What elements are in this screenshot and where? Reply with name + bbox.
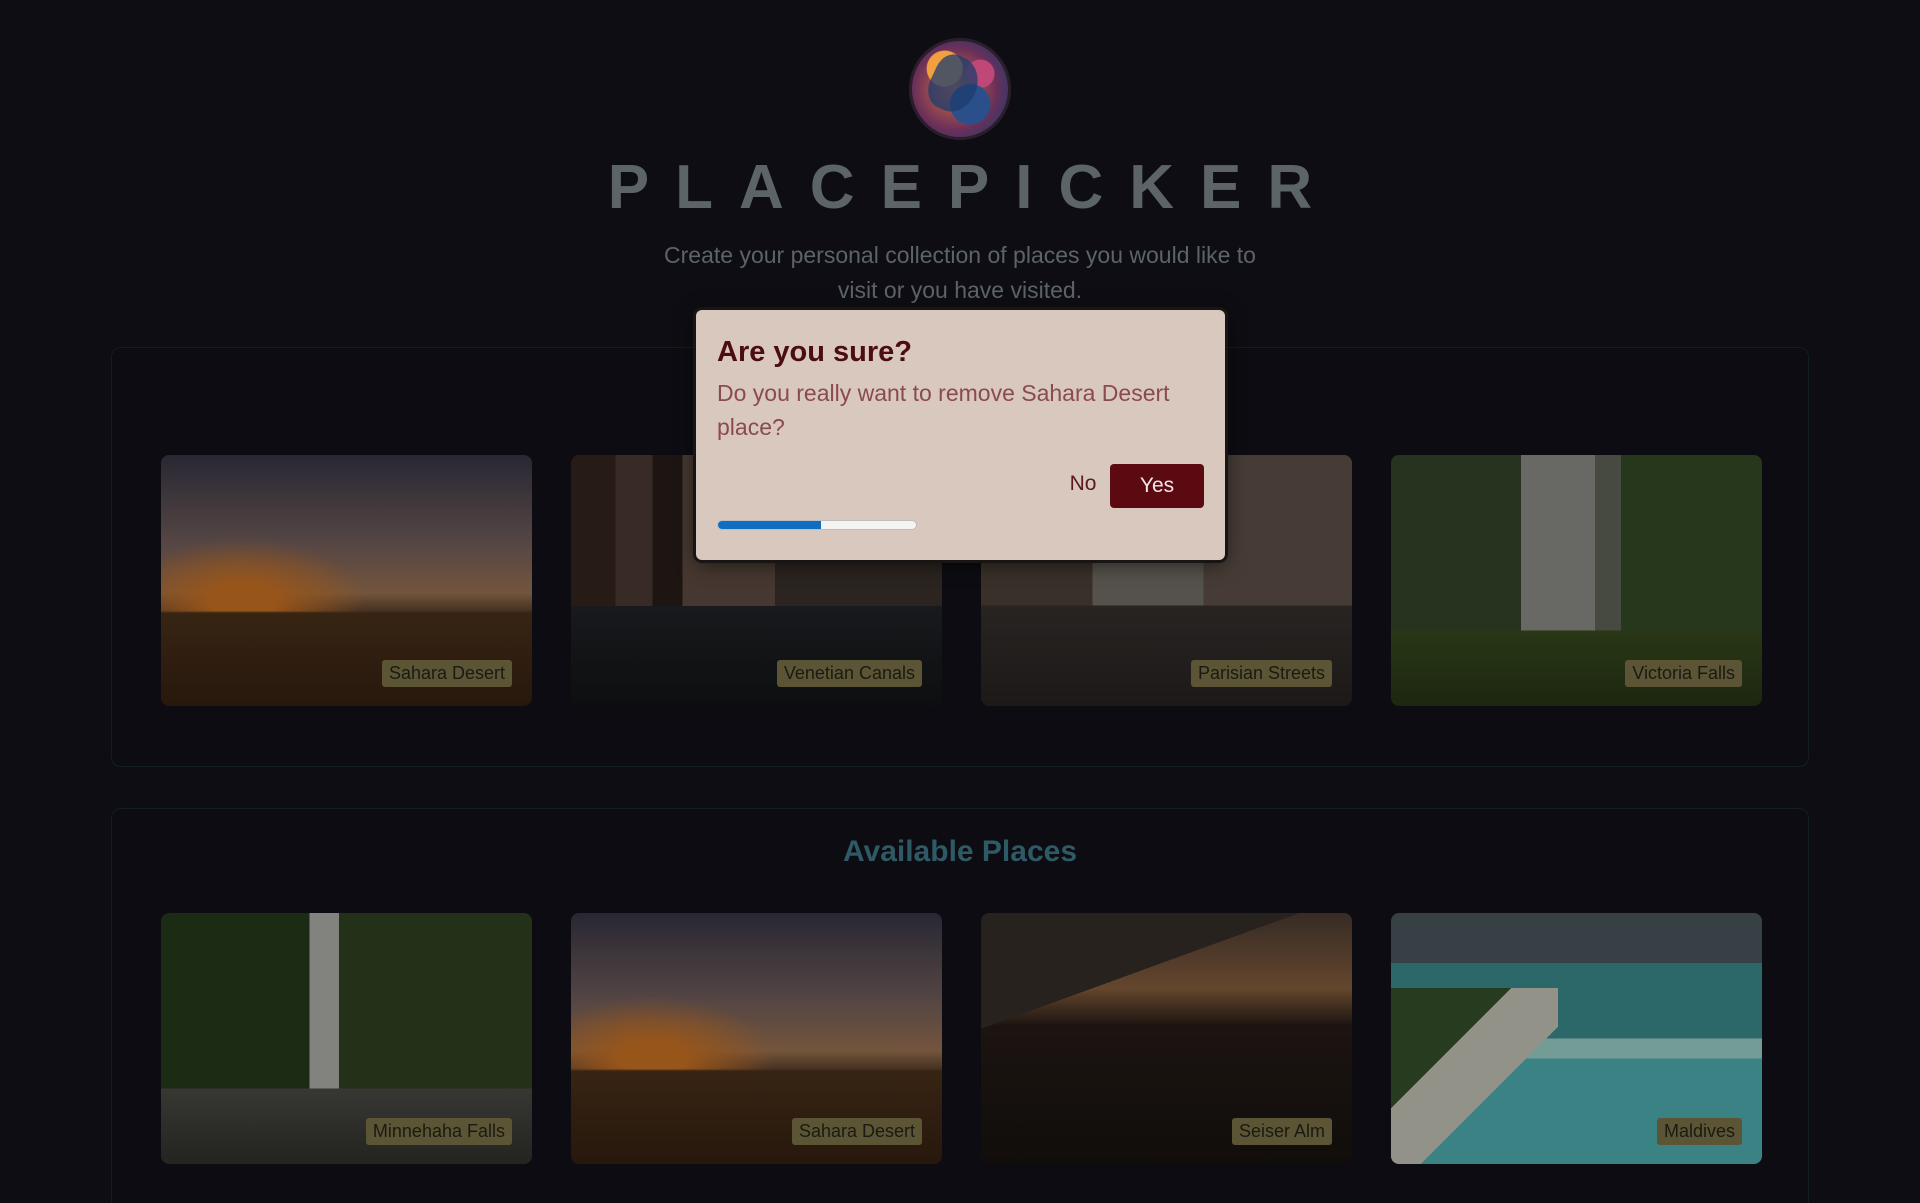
app-title: PLACEPICKER — [607, 153, 1339, 222]
place-card-maldives[interactable]: Maldives — [1391, 913, 1762, 1164]
place-label: Maldives — [1656, 1118, 1742, 1145]
app-subtitle: Create your personal collection of place… — [664, 242, 1256, 303]
auto-confirm-progress-bar — [717, 520, 917, 530]
place-label: Seiser Alm — [1231, 1118, 1332, 1145]
no-button[interactable]: No — [1048, 462, 1118, 506]
place-card-sahara-desert[interactable]: Sahara Desert — [161, 455, 532, 706]
yes-button[interactable]: Yes — [1110, 464, 1204, 508]
progress-fill — [718, 521, 821, 529]
place-label: Venetian Canals — [776, 660, 922, 687]
place-label: Parisian Streets — [1190, 660, 1332, 687]
dialog-title: Are you sure? — [717, 336, 912, 368]
globe-logo-icon — [909, 38, 1011, 140]
place-label: Victoria Falls — [1625, 660, 1742, 687]
dialog-message: Do you really want to remove Sahara Dese… — [717, 380, 1170, 440]
place-card-minnehaha-falls[interactable]: Minnehaha Falls — [161, 913, 532, 1164]
place-card-sahara-desert[interactable]: Sahara Desert — [571, 913, 942, 1164]
confirm-delete-dialog: Are you sure? Do you really want to remo… — [696, 310, 1225, 560]
available-places-panel: Available Places Minnehaha Falls Sahara … — [111, 808, 1809, 1203]
page: PLACEPICKER Create your personal collect… — [0, 0, 1920, 1203]
place-label: Minnehaha Falls — [365, 1118, 512, 1145]
place-label: Sahara Desert — [381, 660, 512, 687]
place-label: Sahara Desert — [791, 1118, 922, 1145]
place-card-seiser-alm[interactable]: Seiser Alm — [981, 913, 1352, 1164]
available-places-heading: Available Places — [842, 835, 1078, 868]
place-card-victoria-falls[interactable]: Victoria Falls — [1391, 455, 1762, 706]
